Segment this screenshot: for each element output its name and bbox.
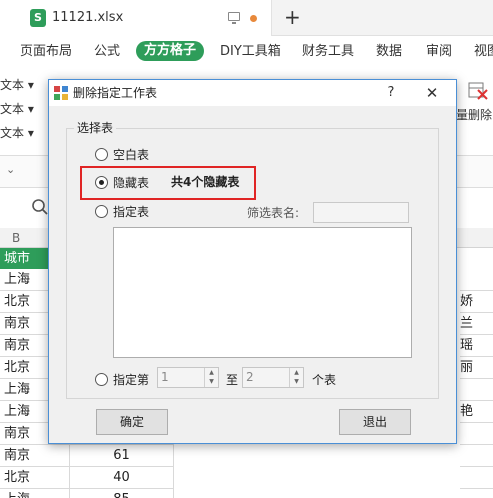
name-cell[interactable]: 丽 — [460, 357, 493, 379]
dialog-titlebar[interactable]: 删除指定工作表 ? ✕ — [49, 80, 456, 106]
stepper-arrows-icon[interactable]: ▲ ▼ — [289, 368, 303, 387]
range-from-value: 1 — [161, 370, 169, 384]
new-tab-button[interactable]: + — [284, 5, 301, 29]
city-cell[interactable]: 南京 — [0, 445, 70, 467]
name-cell[interactable]: 兰 — [460, 313, 493, 335]
stepper-arrows-icon[interactable]: ▲ ▼ — [204, 368, 218, 387]
collapse-chevron-icon[interactable]: ⌄ — [6, 163, 15, 176]
value-cell[interactable]: 40 — [70, 467, 174, 489]
radio-range[interactable] — [95, 373, 108, 386]
radio-blank-label[interactable]: 空白表 — [113, 148, 149, 162]
menu-view[interactable]: 视图 — [474, 44, 493, 60]
spreadsheet-icon: S — [30, 9, 46, 27]
delete-sheet-dialog: 删除指定工作表 ? ✕ 选择表 空白表 隐藏表 共4个隐藏表 指定表 筛选表名:… — [48, 79, 457, 444]
name-cell[interactable]: 艳 — [460, 401, 493, 423]
name-cell[interactable] — [460, 489, 493, 498]
close-button[interactable]: ✕ — [423, 83, 441, 103]
unsaved-dot-icon — [250, 15, 257, 22]
menu-data[interactable]: 数据 — [376, 44, 402, 60]
exit-button[interactable]: 退出 — [339, 409, 411, 435]
radio-specified-label[interactable]: 指定表 — [113, 205, 149, 219]
batch-delete-icon[interactable] — [468, 82, 488, 100]
value-cell[interactable]: 61 — [70, 445, 174, 467]
name-cell[interactable] — [460, 467, 493, 489]
screen-icon[interactable] — [228, 12, 240, 24]
name-cell[interactable]: 瑶 — [460, 335, 493, 357]
sheet-list[interactable] — [113, 227, 412, 358]
help-button[interactable]: ? — [383, 84, 399, 102]
name-cell[interactable] — [460, 423, 493, 445]
name-cell[interactable] — [460, 379, 493, 401]
filter-name-label: 筛选表名: — [247, 206, 300, 220]
menu-diy-toolbox[interactable]: DIY工具箱 — [220, 44, 281, 60]
zoom-icon[interactable] — [31, 198, 49, 216]
menu-review[interactable]: 审阅 — [426, 44, 452, 60]
name-cell[interactable]: 娇 — [460, 291, 493, 313]
filter-name-input[interactable] — [313, 202, 409, 223]
radio-hidden-sheet[interactable] — [95, 176, 108, 189]
menu-formula[interactable]: 公式 — [94, 44, 120, 60]
tab-bar: S 11121.xlsx + — [0, 0, 493, 36]
city-cell[interactable]: 北京 — [0, 467, 70, 489]
text-dropdown-2[interactable]: ▾文本 ▾ — [0, 102, 34, 116]
text-dropdown-1[interactable]: ▾文本 ▾ — [0, 78, 34, 92]
dialog-title: 删除指定工作表 — [73, 86, 158, 100]
radio-blank-sheet[interactable] — [95, 148, 108, 161]
column-header-b[interactable]: B — [12, 231, 20, 245]
range-mid-label: 至 — [226, 373, 239, 387]
app-icon — [54, 86, 68, 100]
text-dropdown-3[interactable]: ▾文本 ▾ — [0, 126, 34, 140]
range-to-stepper[interactable]: 2 ▲ ▼ — [242, 367, 304, 388]
batch-delete-label[interactable]: 量删除 — [456, 106, 492, 123]
file-name: 11121.xlsx — [52, 10, 124, 25]
ok-button[interactable]: 确定 — [96, 409, 168, 435]
range-from-stepper[interactable]: 1 ▲ ▼ — [157, 367, 219, 388]
radio-specified-sheet[interactable] — [95, 205, 108, 218]
range-to-value: 2 — [246, 370, 254, 384]
menu-fangfang[interactable]: 方方格子 — [136, 41, 205, 61]
ribbon-menu: 页面布局 公式 方方格子 DIY工具箱 财务工具 数据 审阅 视图 — [0, 36, 493, 68]
name-cell[interactable] — [460, 269, 493, 291]
value-cell[interactable]: 85 — [70, 489, 174, 498]
file-tab[interactable]: S 11121.xlsx — [0, 0, 272, 36]
city-cell[interactable]: 上海 — [0, 489, 70, 498]
group-label: 选择表 — [74, 121, 117, 135]
name-cell[interactable] — [460, 445, 493, 467]
radio-hidden-label[interactable]: 隐藏表 — [113, 176, 149, 190]
hidden-count-text: 共4个隐藏表 — [171, 175, 240, 189]
range-suffix-label: 个表 — [312, 373, 337, 387]
radio-range-label[interactable]: 指定第 — [113, 373, 149, 387]
menu-finance-tools[interactable]: 财务工具 — [302, 44, 354, 60]
menu-page-layout[interactable]: 页面布局 — [20, 44, 72, 60]
